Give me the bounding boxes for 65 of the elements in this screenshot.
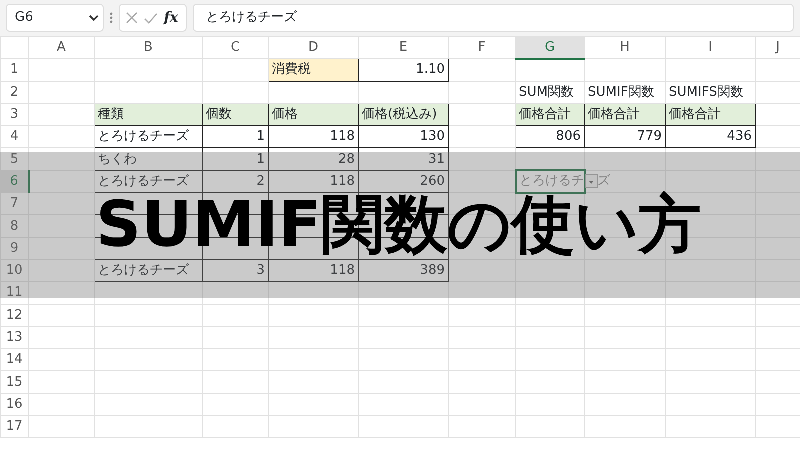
table-cell: 130 — [358, 126, 448, 148]
table-cell: 1.10 — [358, 58, 448, 82]
header-cell: 価格合計 — [584, 103, 666, 126]
column-header[interactable]: C — [202, 36, 268, 59]
table-cell: 436 — [666, 126, 756, 148]
column-header[interactable]: H — [584, 36, 666, 59]
row-number[interactable]: 14 — [0, 348, 28, 371]
column-header[interactable]: F — [448, 36, 516, 59]
column-header[interactable]: J — [756, 36, 800, 59]
row-number[interactable]: 4 — [0, 126, 28, 148]
header-cell: 価格 — [268, 103, 358, 126]
table-cell: ちくわ — [94, 148, 202, 170]
table-cell: SUM関数 — [516, 81, 584, 104]
table-cell: 118 — [268, 170, 358, 193]
column-header[interactable]: D — [268, 36, 358, 59]
column-header[interactable]: G — [516, 36, 584, 59]
table-cell: 118 — [268, 259, 358, 282]
header-cell: 価格合計 — [516, 103, 584, 126]
row-number[interactable]: 10 — [0, 259, 28, 282]
column-header[interactable]: B — [94, 36, 202, 59]
column-header[interactable]: I — [666, 36, 756, 59]
row-number[interactable]: 2 — [0, 81, 28, 104]
column-header[interactable]: E — [358, 36, 448, 59]
more-icon[interactable] — [110, 12, 113, 24]
row-number[interactable]: 3 — [0, 103, 28, 126]
table-cell: 3 — [202, 259, 268, 282]
close-icon[interactable] — [126, 12, 138, 24]
table-cell: とろけるチーズ — [94, 170, 202, 193]
row-number[interactable]: 7 — [0, 192, 28, 215]
table-cell: 1 — [202, 126, 268, 148]
chevron-down-icon[interactable] — [89, 14, 99, 22]
formula-field[interactable]: とろけるチーズ — [193, 4, 794, 32]
insert-function-button[interactable]: fx — [164, 8, 178, 28]
row-number[interactable]: 11 — [0, 282, 28, 304]
row-number[interactable]: 13 — [0, 326, 28, 349]
header-cell: 種類 — [94, 103, 202, 126]
header-cell: 消費税 — [268, 58, 358, 82]
table-cell: 31 — [358, 148, 448, 170]
row-number[interactable]: 8 — [0, 214, 28, 238]
table-cell: とろけるチーズ — [94, 259, 202, 282]
table-cell: 2 — [202, 170, 268, 193]
cell-text-overflow: ズ — [598, 174, 610, 189]
table-cell: SUMIF関数 — [584, 81, 666, 104]
row-number[interactable]: 17 — [0, 416, 28, 438]
table-cell: 1 — [202, 148, 268, 170]
header-cell: 個数 — [202, 103, 268, 126]
row-number[interactable]: 9 — [0, 237, 28, 260]
header-cell: 価格合計 — [666, 103, 756, 126]
row-number[interactable]: 12 — [0, 304, 28, 326]
table-cell: 389 — [358, 259, 448, 282]
row-number[interactable]: 5 — [0, 148, 28, 170]
checkmark-icon[interactable] — [144, 12, 158, 24]
table-cell: 779 — [584, 126, 666, 148]
table-cell: SUMIFS関数 — [666, 81, 756, 104]
row-number[interactable]: 16 — [0, 393, 28, 416]
name-box[interactable]: G6 — [6, 4, 104, 32]
row-number[interactable]: 1 — [0, 58, 28, 82]
table-cell: 28 — [268, 148, 358, 170]
table-cell: とろけるチーズ — [94, 126, 202, 148]
table-cell: 260 — [358, 170, 448, 193]
table-cell: 118 — [268, 126, 358, 148]
column-header[interactable]: A — [28, 36, 94, 59]
row-number[interactable]: 15 — [0, 370, 28, 394]
header-cell: 価格(税込み) — [358, 103, 448, 126]
table-cell: 806 — [516, 126, 584, 148]
